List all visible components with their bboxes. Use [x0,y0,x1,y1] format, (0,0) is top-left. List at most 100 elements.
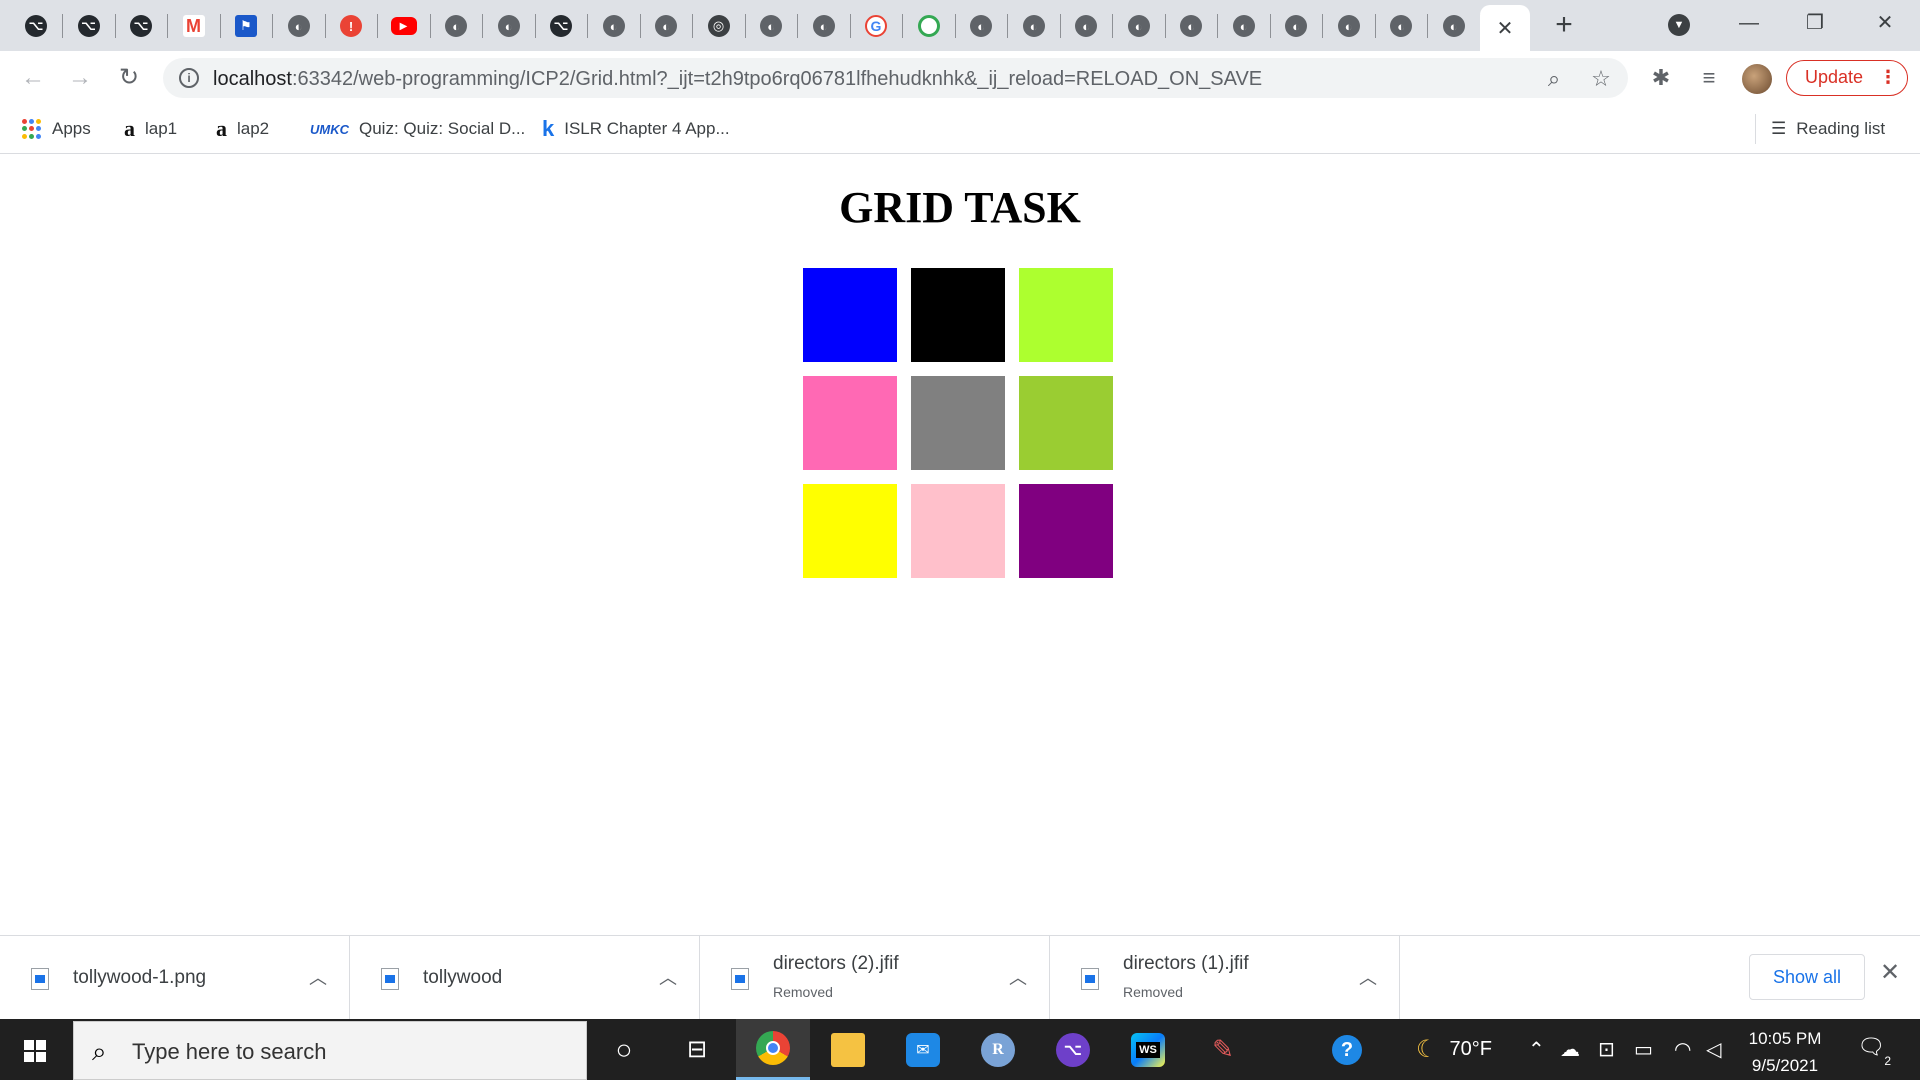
bookmark-islr[interactable]: k ISLR Chapter 4 App... [542,116,730,142]
browser-tab[interactable]: ! [326,5,376,47]
forward-button[interactable]: → [63,61,97,95]
back-button[interactable]: ← [16,61,50,95]
media-control-icon[interactable]: ≡ [1694,63,1724,93]
reading-list-icon: ☰ [1771,119,1787,138]
new-tab-button[interactable]: + [1548,10,1580,42]
browser-tab[interactable]: ◐ [799,5,849,47]
minimize-button[interactable]: — [1726,8,1772,38]
system-clock[interactable]: 10:05 PM 9/5/2021 [1730,1025,1840,1079]
bookmark-lap2[interactable]: a lap2 [216,116,269,142]
tab-search-icon[interactable]: ▼ [1668,14,1690,36]
bookmark-label: lap2 [237,119,270,138]
taskbar-paint[interactable]: ✎ [1186,1019,1260,1080]
zoom-icon[interactable]: ⌕ [1541,66,1567,92]
active-tab[interactable]: ✕ [1480,5,1530,51]
help-icon[interactable]: ? [1332,1019,1362,1080]
browser-tab[interactable]: ◐ [1114,5,1164,47]
globe-icon: ◐ [1127,15,1150,37]
taskbar-search-box[interactable]: ⌕ Type here to search [73,1021,587,1080]
browser-tab[interactable]: ⌥ [116,5,166,47]
update-button[interactable]: Update ⋮ [1786,60,1908,96]
taskbar-chrome[interactable] [736,1019,810,1080]
cortana-button[interactable]: ○ [587,1019,661,1080]
taskbar-github-desktop[interactable]: ⌥ [1036,1019,1110,1080]
taskbar-webstorm[interactable]: WS [1111,1019,1185,1080]
browser-tab[interactable]: ◐ [1376,5,1426,47]
browser-tab[interactable]: ◐ [431,5,481,47]
chevron-up-icon[interactable]: ︿ [1359,964,1377,990]
profile-avatar[interactable] [1742,64,1772,94]
show-all-button[interactable]: Show all [1749,954,1865,1000]
reload-button[interactable]: ↻ [112,61,146,95]
wifi-icon[interactable]: ◠ [1674,1019,1691,1080]
browser-tab[interactable]: G [851,5,901,47]
battery-icon[interactable]: ▭ [1634,1019,1653,1080]
browser-tab[interactable]: M [169,5,219,47]
browser-tab[interactable]: ◐ [274,5,324,47]
youtube-icon: ▶ [390,17,417,35]
browser-tab[interactable] [904,5,954,47]
browser-tab[interactable]: ◐ [1219,5,1269,47]
browser-tab[interactable]: ⌥ [64,5,114,47]
bookmark-lap1[interactable]: a lap1 [124,116,177,142]
close-tab-icon[interactable]: ✕ [1497,16,1514,41]
onedrive-icon[interactable]: ☁ [1560,1019,1580,1080]
download-filename: directors (2).jfif [773,953,899,974]
bookmark-quiz[interactable]: UMKC Quiz: Quiz: Social D... [310,116,525,142]
chevron-up-icon[interactable]: ︿ [1009,964,1027,990]
browser-tab[interactable]: ▶ [379,5,429,47]
close-shelf-icon[interactable]: ✕ [1880,958,1900,987]
extensions-icon[interactable]: ✱ [1646,63,1676,93]
taskbar-mail[interactable]: ✉ [886,1019,960,1080]
start-button[interactable] [0,1019,72,1080]
clock-date: 9/5/2021 [1751,1056,1819,1075]
globe-icon: ◐ [287,15,310,37]
browser-tab[interactable]: ◐ [1271,5,1321,47]
browser-tab[interactable]: ◐ [1009,5,1059,47]
reading-list-button[interactable]: ☰ Reading list [1771,116,1885,142]
address-bar[interactable]: i localhost:63342/web-programming/ICP2/G… [163,58,1628,98]
grid-cell [803,376,897,470]
download-item[interactable]: directors (1).jfif Removed ︿ [1050,936,1400,1020]
taskbar-file-explorer[interactable] [811,1019,885,1080]
weather-widget[interactable]: ☾ 70°F [1416,1019,1492,1080]
browser-tab[interactable]: ◐ [1166,5,1216,47]
download-item[interactable]: directors (2).jfif Removed ︿ [700,936,1050,1020]
bookmark-star-icon[interactable]: ☆ [1588,66,1614,92]
browser-tab[interactable]: ◐ [1324,5,1374,47]
url-text[interactable]: localhost:63342/web-programming/ICP2/Gri… [213,68,1262,91]
browser-tab[interactable]: ◎ [694,5,744,47]
task-view-icon: ⊟ [686,1036,708,1063]
notification-center-icon[interactable]: 🗨 2 [1855,1034,1891,1068]
browser-tab[interactable]: ⌥ [536,5,586,47]
chevron-up-icon[interactable]: ︿ [309,964,327,990]
webstorm-icon: WS [1131,1032,1165,1067]
browser-tab[interactable]: ◐ [956,5,1006,47]
browser-tab[interactable]: ◐ [746,5,796,47]
bookmark-label: Quiz: Quiz: Social D... [359,119,526,138]
download-item[interactable]: tollywood ︿ [350,936,700,1020]
browser-tab[interactable]: ◐ [589,5,639,47]
site-info-icon[interactable]: i [179,68,199,88]
close-window-button[interactable]: ✕ [1862,8,1908,38]
grid-cell [911,376,1005,470]
browser-tab[interactable]: ◐ [1429,5,1479,47]
browser-tab[interactable]: ◐ [641,5,691,47]
grid-cell [911,268,1005,362]
browser-tab[interactable]: ◐ [484,5,534,47]
taskbar-r[interactable]: R [961,1019,1035,1080]
download-item[interactable]: tollywood-1.png ︿ [0,936,350,1020]
chevron-up-icon[interactable]: ︿ [659,964,677,990]
weather-temp: 70°F [1449,1038,1492,1060]
file-icon [1081,968,1099,990]
volume-icon[interactable]: ◁ [1706,1019,1721,1080]
browser-tab[interactable]: ⚑ [221,5,271,47]
restore-button[interactable]: ❐ [1792,8,1838,38]
show-hidden-icons[interactable]: ⌃ [1528,1019,1545,1080]
task-view-button[interactable]: ⊟ [660,1019,734,1080]
browser-tab[interactable]: ⌥ [11,5,61,47]
browser-tab[interactable]: ◐ [1061,5,1111,47]
bookmark-apps[interactable]: Apps [22,116,91,142]
meet-now-icon[interactable]: ⊡ [1598,1019,1615,1080]
globe-icon: ◐ [1180,15,1202,37]
